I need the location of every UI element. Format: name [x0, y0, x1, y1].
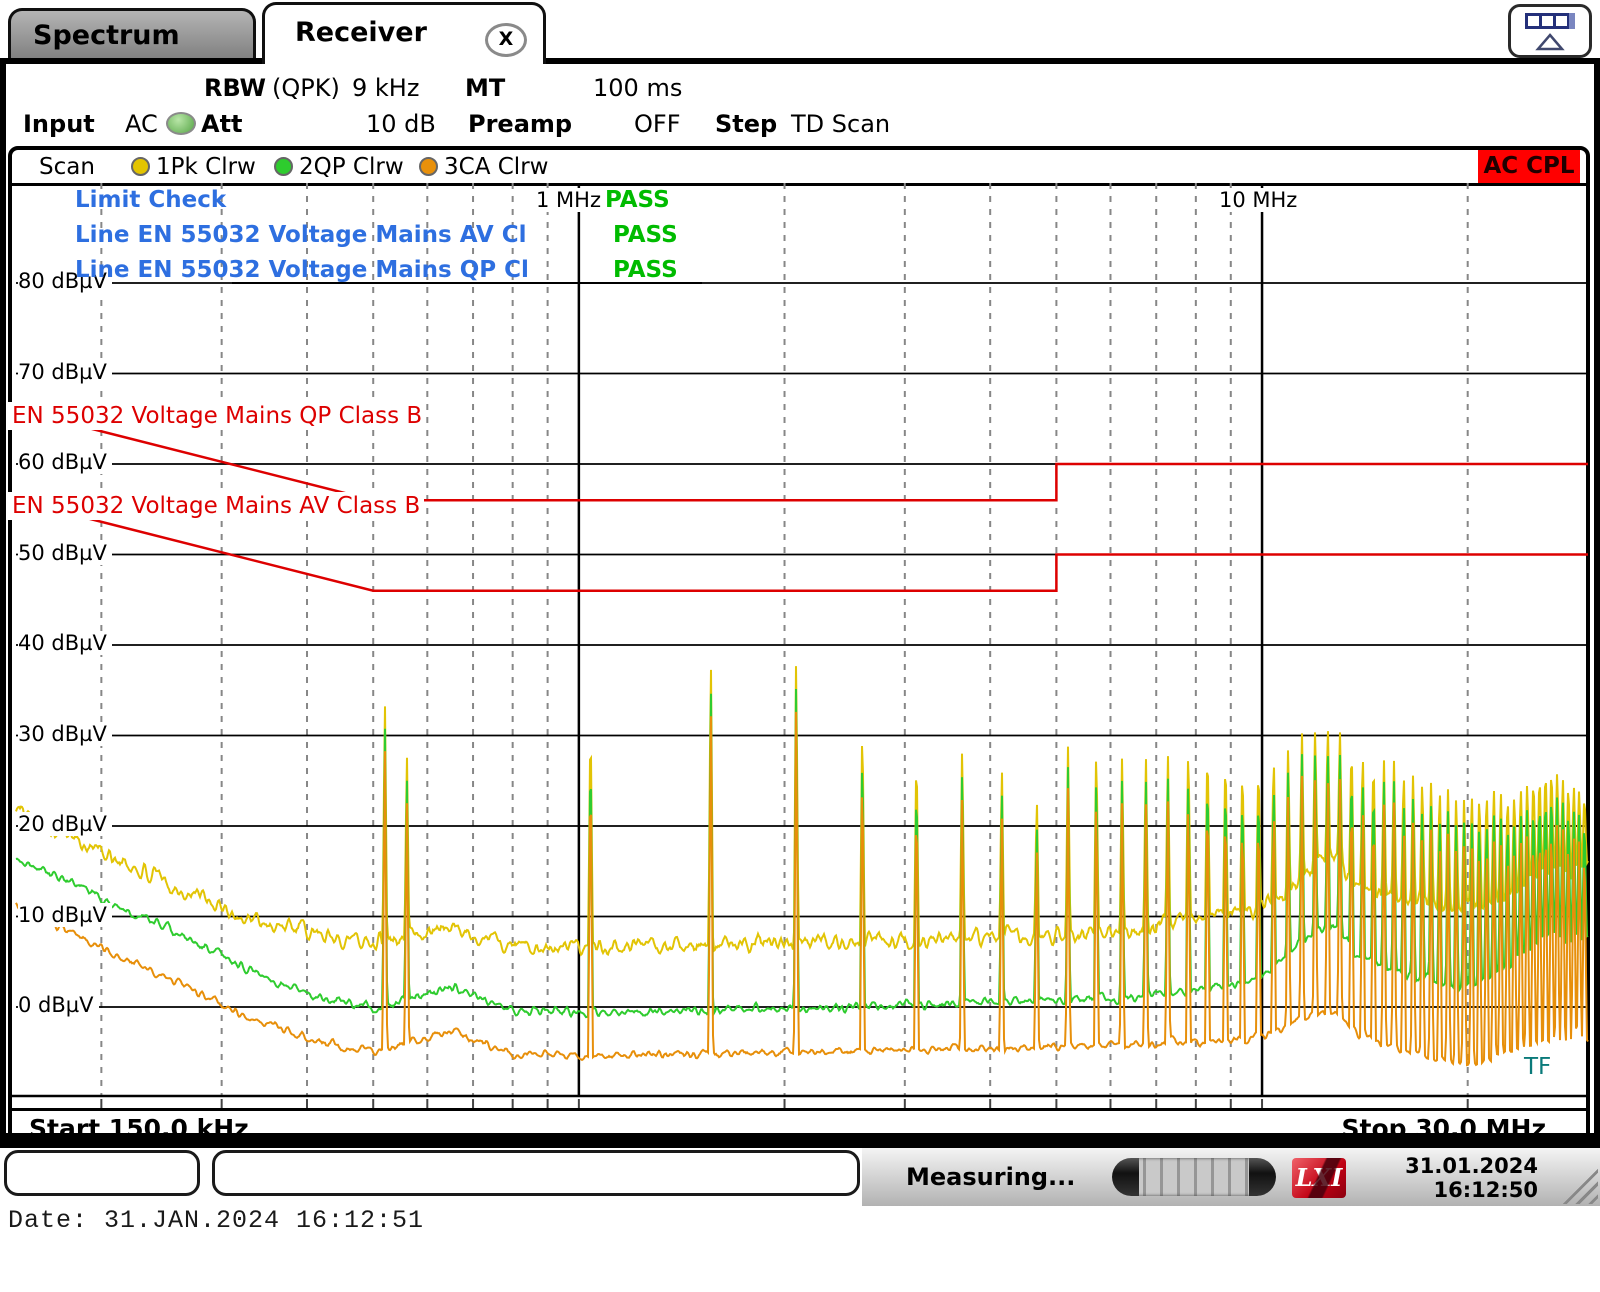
x-marker-1mhz: 1 MHz: [533, 188, 604, 212]
scan-bar: Scan 1Pk Clrw 2QP Clrw 3CA Clrw AC CPL: [12, 150, 1586, 186]
display-toolbar-icon: [1511, 7, 1589, 55]
limit-label-qp: EN 55032 Voltage Mains QP Class B: [8, 402, 426, 430]
spectrum-chart: [10, 183, 1590, 1108]
att-label: Att: [201, 110, 243, 138]
trace3-legend[interactable]: 3CA Clrw: [444, 154, 548, 180]
status-bar: Measuring... LXI 31.01.2024 16:12:50: [862, 1148, 1600, 1206]
tab-close-icon[interactable]: X: [485, 23, 527, 57]
display-toolbar-button[interactable]: [1508, 4, 1592, 58]
step-value[interactable]: TD Scan: [791, 110, 890, 138]
measuring-status: Measuring...: [906, 1163, 1075, 1191]
att-value[interactable]: 10 dB: [366, 110, 436, 138]
top-border: [0, 58, 1600, 64]
progress-cap-left: [1112, 1158, 1139, 1196]
y-axis-label-50: 50 dBµV: [18, 541, 112, 565]
input-label: Input: [23, 110, 95, 138]
instrument-screenshot: Spectrum Receiver X RBW (QPK) 9 kHz MT 1…: [0, 0, 1600, 1292]
scan-label: Scan: [39, 154, 95, 180]
rbw-detector: (QPK): [272, 74, 340, 102]
y-axis-label-40: 40 dBµV: [18, 631, 112, 655]
tab-spectrum[interactable]: Spectrum: [8, 8, 256, 60]
y-axis-label-70: 70 dBµV: [18, 360, 112, 384]
rbw-label: RBW: [204, 74, 266, 102]
input-status-led: [166, 112, 196, 135]
trace3-color-dot: [419, 157, 438, 176]
status-datetime: 31.01.2024 16:12:50: [1405, 1154, 1538, 1202]
trace2-legend[interactable]: 2QP Clrw: [299, 154, 404, 180]
footer-divider: [12, 1108, 1586, 1111]
y-axis-label-0: 0 dBµV: [18, 993, 99, 1017]
softkey-button-1[interactable]: [4, 1150, 200, 1196]
screen-border-left: [0, 60, 6, 1148]
limit-check-overall-result: PASS: [605, 187, 670, 213]
y-axis-label-20: 20 dBµV: [18, 812, 112, 836]
input-coupling-value[interactable]: AC: [125, 110, 158, 138]
measurement-progress-bar: [1112, 1158, 1276, 1196]
limit-check-row-qp: Line EN 55032 Voltage Mains QP Cl: [75, 257, 529, 283]
transducer-flag: TF: [1524, 1054, 1551, 1080]
trace-3CA: [16, 712, 1588, 1065]
y-axis-label-30: 30 dBµV: [18, 722, 112, 746]
rbw-value[interactable]: 9 kHz: [352, 74, 419, 102]
limit-check-row-av: Line EN 55032 Voltage Mains AV Cl: [75, 222, 527, 248]
y-axis-label-10: 10 dBµV: [18, 903, 112, 927]
meas-time-label: MT: [465, 74, 505, 102]
status-date: 31.01.2024: [1405, 1154, 1538, 1178]
step-label: Step: [715, 110, 777, 138]
limit-check-result-qp: PASS: [613, 257, 678, 283]
progress-cap-right: [1249, 1158, 1276, 1196]
tab-receiver-label: Receiver: [295, 17, 427, 48]
resize-grip[interactable]: [1556, 1164, 1598, 1204]
x-marker-10mhz: 10 MHz: [1216, 188, 1300, 212]
tab-receiver[interactable]: Receiver X: [262, 2, 546, 64]
trace1-legend[interactable]: 1Pk Clrw: [156, 154, 256, 180]
screen-border-bottom: [0, 1133, 1600, 1148]
limit-check-title: Limit Check: [75, 187, 226, 213]
softkey-button-2[interactable]: [212, 1150, 860, 1196]
trace2-color-dot: [274, 157, 293, 176]
screen-border-right: [1594, 60, 1600, 1148]
preamp-label: Preamp: [468, 110, 572, 138]
tab-spectrum-label: Spectrum: [33, 20, 180, 51]
preamp-value[interactable]: OFF: [634, 110, 681, 138]
trace1-color-dot: [131, 157, 150, 176]
screenshot-caption-date: Date: 31.JAN.2024 16:12:51: [8, 1206, 424, 1235]
lxi-status-icon[interactable]: LXI: [1292, 1158, 1346, 1198]
ac-coupling-badge: AC CPL: [1478, 150, 1580, 183]
limit-check-result-av: PASS: [613, 222, 678, 248]
y-axis-label-60: 60 dBµV: [18, 450, 112, 474]
limit-label-av: EN 55032 Voltage Mains AV Class B: [8, 492, 424, 520]
meas-time-value[interactable]: 100 ms: [593, 74, 682, 102]
gridline-80db-overlay: [232, 282, 702, 284]
status-time: 16:12:50: [1405, 1178, 1538, 1202]
